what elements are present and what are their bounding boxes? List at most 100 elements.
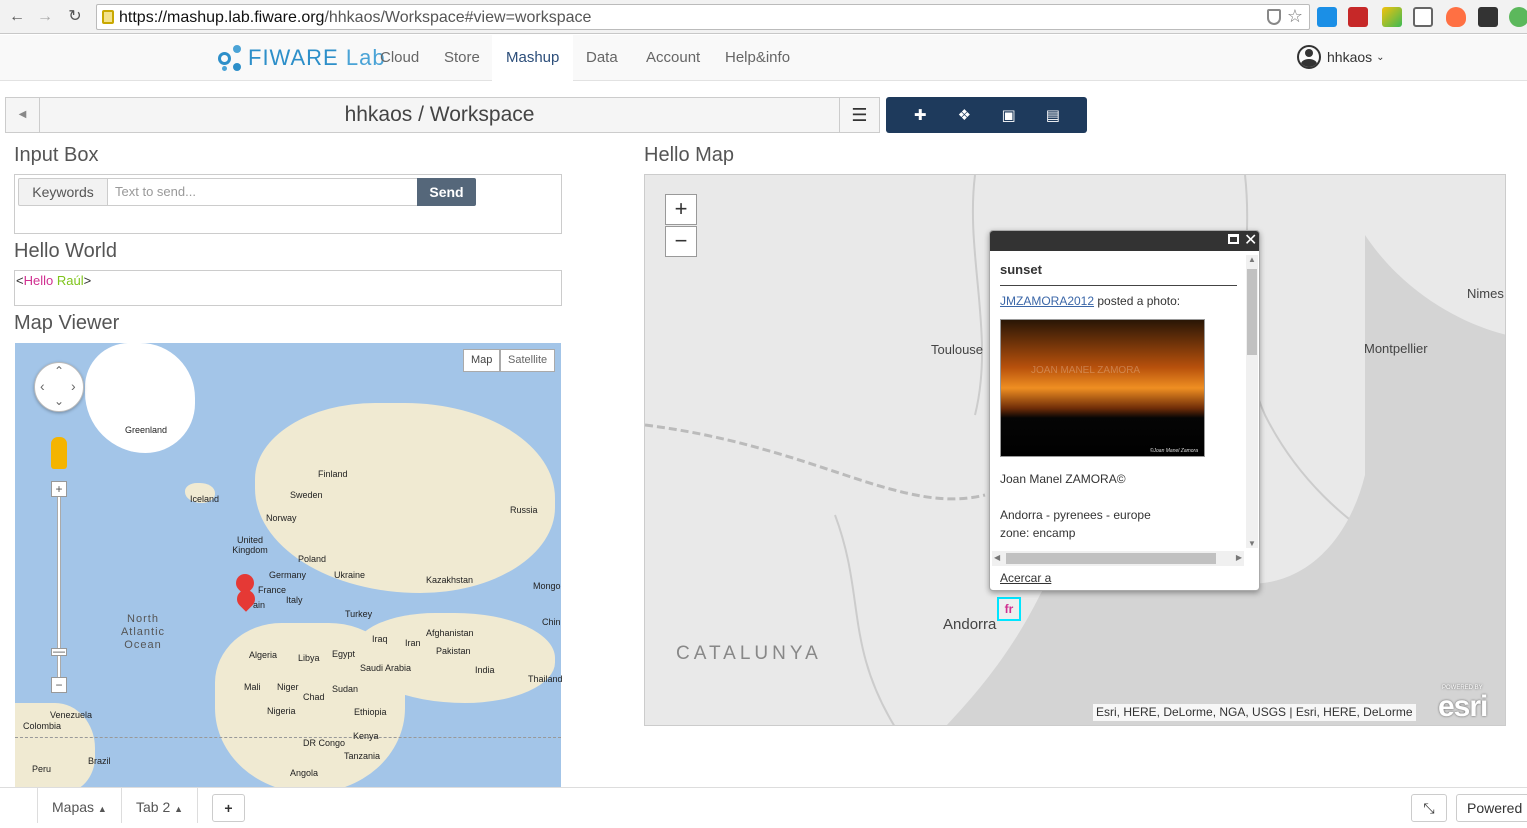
send-button[interactable]: Send xyxy=(417,178,476,206)
address-bar[interactable]: https://mashup.lab.fiware.org/hhkaos/Wor… xyxy=(96,4,1310,30)
map-type-map-button[interactable]: Map xyxy=(463,349,501,372)
pan-control[interactable]: ⌃ ⌄ ‹ › xyxy=(34,362,84,412)
map-label: Sweden xyxy=(290,490,323,500)
shield-icon[interactable] xyxy=(1267,9,1281,25)
input-box-title: Input Box xyxy=(14,144,99,166)
maximize-icon[interactable] xyxy=(1228,234,1239,244)
map-label: Afghanistan xyxy=(426,628,474,638)
map-label: France xyxy=(258,585,287,595)
map-label: Iceland xyxy=(190,494,220,504)
workspace-title: hhkaos / Workspace xyxy=(344,103,535,126)
extension-off-icon[interactable] xyxy=(1348,7,1368,27)
map-label: Chad xyxy=(303,692,325,702)
nav-store[interactable]: Store xyxy=(429,35,495,81)
tab-mapas[interactable]: Mapas ▲ xyxy=(37,788,122,823)
scroll-left-icon[interactable]: ◀ xyxy=(994,553,1000,562)
reload-icon[interactable]: ↻ xyxy=(64,6,86,28)
tab-tab2[interactable]: Tab 2 ▲ xyxy=(122,788,199,823)
extension-stack-icon[interactable] xyxy=(1478,7,1498,27)
map-label: Sudan xyxy=(332,684,359,694)
add-widget-icon[interactable]: ✚ xyxy=(908,106,932,124)
hamburger-menu-icon[interactable]: ☰ xyxy=(839,98,879,132)
zoom-out-button[interactable]: − xyxy=(51,677,67,693)
map-label: Egypt xyxy=(332,649,356,659)
map-label: Niger xyxy=(277,682,299,692)
zoom-to-link[interactable]: Acercar a xyxy=(1000,571,1051,585)
map-label: Iraq xyxy=(372,634,388,644)
nav-help[interactable]: Help&info xyxy=(710,35,805,81)
chevron-up-icon[interactable]: ⌃ xyxy=(54,364,64,378)
popup-vertical-scrollbar[interactable]: ▲ ▼ xyxy=(1246,255,1258,548)
map-label: Mali xyxy=(244,682,261,692)
nav-cloud[interactable]: Cloud xyxy=(365,35,434,81)
hello-world-title: Hello World xyxy=(14,240,117,262)
sunset-photo[interactable]: JOAN MANEL ZAMORA ©Joan Manel Zamora xyxy=(1000,319,1205,457)
map-type-satellite-button[interactable]: Satellite xyxy=(500,349,556,372)
user-link[interactable]: JMZAMORA2012 xyxy=(1000,294,1094,308)
powered-button[interactable]: Powered xyxy=(1456,794,1527,822)
zoom-slider-handle[interactable]: — xyxy=(51,645,67,657)
map-label: Peru xyxy=(32,764,52,774)
map-label: Italy xyxy=(286,595,303,605)
extension-fire-icon[interactable] xyxy=(1446,7,1466,27)
sidebar-toggle-button[interactable]: ◀ xyxy=(6,98,40,132)
esri-logo: esri xyxy=(1438,690,1488,723)
zoom-in-button[interactable]: + xyxy=(51,481,67,497)
scroll-up-icon[interactable]: ▲ xyxy=(1248,255,1256,264)
equator-line xyxy=(15,737,561,738)
browser-toolbar: ← → ↻ https://mashup.lab.fiware.org/hhka… xyxy=(0,0,1527,34)
star-icon[interactable]: ☆ xyxy=(1287,6,1303,27)
forward-arrow-icon[interactable]: → xyxy=(34,6,56,28)
close-icon[interactable]: ✕ xyxy=(1244,231,1257,251)
text-to-send-input[interactable]: Text to send... xyxy=(108,178,418,206)
avatar-icon xyxy=(1297,45,1321,69)
keywords-label: Keywords xyxy=(18,178,108,206)
map-label: Mongo xyxy=(533,581,561,591)
zoom-slider[interactable] xyxy=(57,488,61,688)
chevron-left-icon[interactable]: ‹ xyxy=(40,378,45,394)
map-label: Saudi Arabia xyxy=(360,663,412,673)
map-label: Poland xyxy=(298,554,327,564)
chevron-right-icon[interactable]: › xyxy=(71,378,76,394)
username: hhkaos xyxy=(1327,49,1373,65)
map-zoom-out-button[interactable]: − xyxy=(665,226,697,257)
url-text: https://mashup.lab.fiware.org/hhkaos/Wor… xyxy=(119,9,592,26)
pegman-icon[interactable] xyxy=(51,437,67,469)
cast-icon[interactable] xyxy=(1413,7,1433,27)
nav-mashup[interactable]: Mashup xyxy=(492,35,574,81)
google-map[interactable] xyxy=(15,343,561,787)
archive-icon[interactable]: ▣ xyxy=(997,106,1021,124)
chevron-down-icon[interactable]: ⌄ xyxy=(54,394,64,408)
caret-up-icon: ▲ xyxy=(97,804,107,814)
extension-green-icon[interactable] xyxy=(1509,7,1527,27)
map-attribution: Esri, HERE, DeLorme, NGA, USGS | Esri, H… xyxy=(1093,704,1416,721)
workspace-toolbar: ✚ ❖ ▣ ▤ xyxy=(886,97,1087,133)
popup-horizontal-scrollbar[interactable]: ◀ ▶ xyxy=(992,551,1244,566)
scroll-right-icon[interactable]: ▶ xyxy=(1236,553,1242,562)
map-label: Turkey xyxy=(345,609,373,619)
extension-k-icon[interactable] xyxy=(1382,7,1402,27)
back-arrow-icon[interactable]: ← xyxy=(6,6,28,28)
photo-popup: ✕ sunset JMZAMORA2012 posted a photo: JO… xyxy=(989,230,1260,591)
tags-text: Andorra - pyrenees - europe xyxy=(1000,508,1151,522)
photo-signature: ©Joan Manel Zamora xyxy=(1149,448,1198,454)
popup-header: ✕ xyxy=(990,231,1259,251)
hello-world-widget xyxy=(14,270,562,306)
map-label: Germany xyxy=(269,570,307,580)
cart-icon[interactable]: ▤ xyxy=(1041,106,1065,124)
map-label: Angola xyxy=(290,768,319,778)
map-label: Greenland xyxy=(125,425,168,435)
fiware-logo[interactable]: FIWARE Lab xyxy=(218,43,386,73)
nav-account[interactable]: Account xyxy=(631,35,715,81)
add-tab-button[interactable]: + xyxy=(212,794,245,822)
author-text: Joan Manel ZAMORA© xyxy=(1000,472,1126,486)
user-menu[interactable]: hhkaos ⌄ xyxy=(1297,45,1385,69)
fullscreen-icon[interactable]: ⤡ xyxy=(1411,794,1447,822)
nav-data[interactable]: Data xyxy=(571,35,633,81)
scroll-down-icon[interactable]: ▼ xyxy=(1248,539,1256,548)
puzzle-icon[interactable]: ❖ xyxy=(952,106,976,124)
divider xyxy=(1000,285,1237,286)
extension-d-icon[interactable] xyxy=(1317,7,1337,27)
flickr-marker-icon[interactable]: fr xyxy=(997,597,1021,621)
map-zoom-in-button[interactable]: + xyxy=(665,194,697,225)
